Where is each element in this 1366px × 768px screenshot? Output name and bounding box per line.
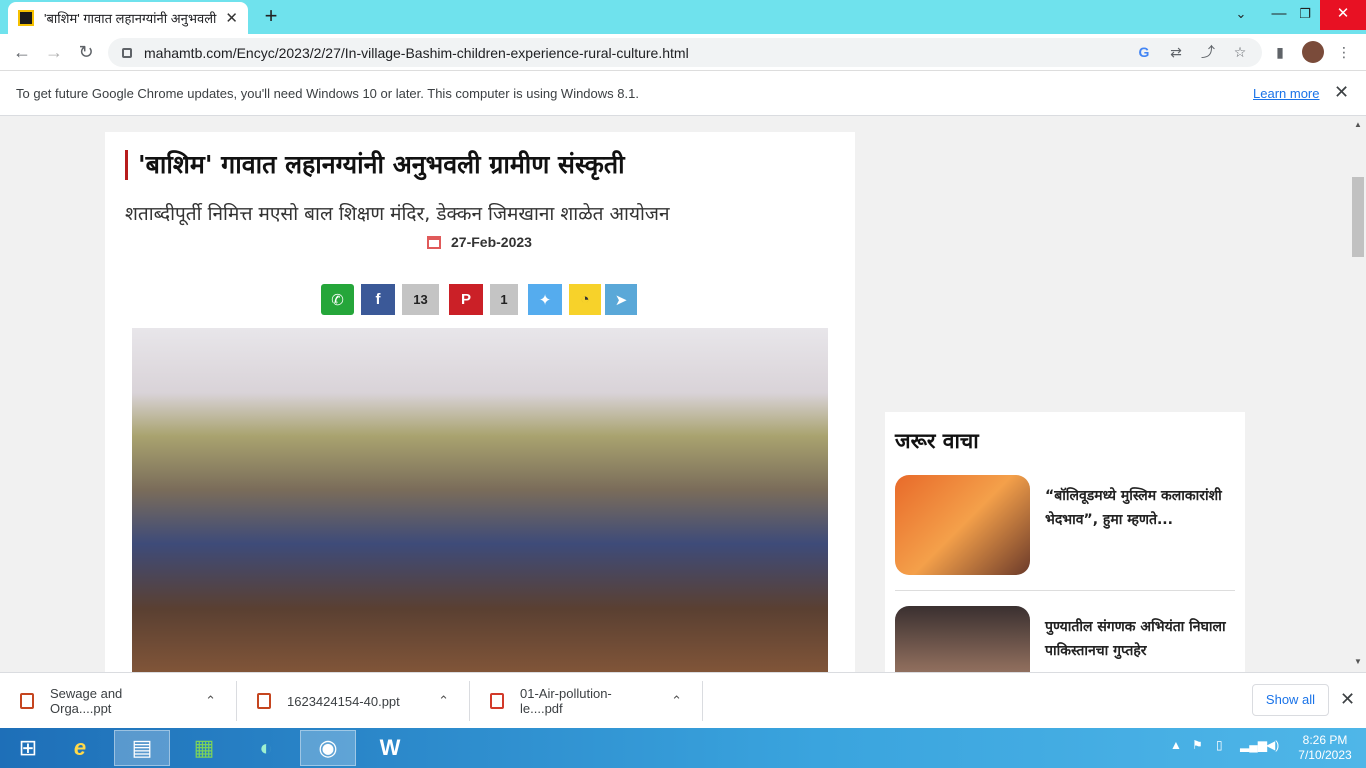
tab-title: 'बाशिम' गावात लहानग्यांनी अनुभवली [44,11,217,26]
update-info-bar: To get future Google Chrome updates, you… [0,71,1366,116]
back-arrow-icon[interactable]: ← [8,38,36,66]
bookmark-star-icon[interactable]: ☆ [1230,42,1250,62]
share-page-icon[interactable]: ⤴ [1198,42,1218,62]
article-subtitle: शताब्दीपूर्ती निमित्त मएसो बाल शिक्षण मं… [125,203,670,225]
new-tab-plus-icon[interactable]: + [258,4,284,30]
site-favicon-icon [18,10,34,26]
sidebar-item-headline[interactable]: पुण्यातील संगणक अभियंता निघाला पाकिस्तान… [1045,615,1237,663]
tray-expand-icon[interactable]: ▲ [1170,738,1182,752]
ppt-file-icon [257,693,271,709]
windows-start-icon[interactable]: ⊞ [0,730,56,766]
windows-taskbar: ⊞ e ▤ ▦ ◐ ◉ W ▲ ⚑ ▯ ▂▄▆ ◀) 8:26 PM 7/10/… [0,728,1366,768]
scrollbar-thumb[interactable] [1352,177,1364,257]
url-text: mahamtb.com/Encyc/2023/2/27/In-village-B… [144,44,689,61]
twitter-share-icon[interactable]: ✦ [528,284,562,315]
download-name: Sewage and Orga....ppt [50,686,123,716]
chevron-up-icon[interactable]: ⌃ [205,693,216,709]
word-icon[interactable]: W [362,730,418,766]
tab-close-icon[interactable]: ✕ [225,9,238,27]
article-card: 'बाशिम' गावात लहानग्यांनी अनुभवली ग्रामी… [105,132,855,672]
profile-avatar[interactable] [1302,41,1324,63]
pinterest-share-count: 1 [490,284,518,315]
sidebar-divider [895,590,1235,591]
facebook-share-count: 13 [402,284,439,315]
ppt-file-icon [20,693,34,709]
google-g-icon[interactable]: G [1134,42,1154,62]
file-explorer-icon[interactable]: ▤ [114,730,170,766]
volume-icon[interactable]: ◀) [1266,738,1279,752]
date-text: 27-Feb-2023 [451,234,532,250]
system-clock[interactable]: 8:26 PM 7/10/2023 [1288,733,1362,763]
chevron-up-icon[interactable]: ⌃ [671,693,682,709]
network-signal-icon[interactable]: ▂▄▆ [1240,738,1267,752]
edge-icon[interactable]: ◐ [238,730,294,766]
calendar-icon [427,235,441,249]
translate-icon[interactable]: ⇄ [1166,42,1186,62]
side-panel-icon[interactable]: ▮ [1270,42,1290,62]
lock-icon [122,47,132,58]
article-headline: 'बाशिम' गावात लहानग्यांनी अनुभवली ग्रामी… [125,150,625,180]
store-icon[interactable]: ▦ [176,730,232,766]
sidebar-item-headline[interactable]: “बॉलिवूडमध्ये मुस्लिम कलाकारांशी भेदभाव”… [1045,484,1237,532]
reload-icon[interactable]: ↻ [72,38,100,66]
must-read-sidebar: जरूर वाचा “बॉलिवूडमध्ये मुस्लिम कलाकारां… [885,412,1245,672]
telegram-share-icon[interactable]: ➤ [605,284,637,315]
download-item[interactable]: Sewage and Orga....ppt ⌃ [0,681,237,721]
downloads-bar: Sewage and Orga....ppt ⌃ 1623424154-40.p… [0,672,1366,728]
menu-kebab-icon[interactable]: ⋮ [1334,42,1354,62]
window-close-button[interactable]: ✕ [1320,0,1366,30]
scroll-up-arrow-icon[interactable]: ▲ [1354,120,1362,129]
web-page: 'बाशिम' गावात लहानग्यांनी अनुभवली ग्रामी… [0,117,1350,672]
show-all-button[interactable]: Show all [1252,684,1329,716]
forward-arrow-icon[interactable]: → [40,38,68,66]
clock-time: 8:26 PM [1302,733,1348,747]
sidebar-title: जरूर वाचा [895,429,979,453]
download-name: 01-Air-pollution-le....pdf [520,686,612,716]
clock-date: 7/10/2023 [1298,748,1352,762]
whatsapp-share-icon[interactable]: ✆ [321,284,354,315]
info-message: To get future Google Chrome updates, you… [16,86,639,101]
action-center-flag-icon[interactable]: ⚑ [1192,738,1203,752]
sidebar-item-image[interactable] [895,606,1030,672]
chevron-up-icon[interactable]: ⌃ [438,693,449,709]
article-date: 27-Feb-2023 [427,234,532,250]
internet-explorer-icon[interactable]: e [52,730,108,766]
pdf-file-icon [490,693,504,709]
pinterest-share-icon[interactable]: P [449,284,483,315]
learn-more-link[interactable]: Learn more [1253,86,1319,101]
koo-share-icon[interactable]: ◔ [569,284,601,315]
sidebar-item-image[interactable] [895,475,1030,575]
device-icon[interactable]: ▯ [1216,738,1223,752]
browser-tab[interactable]: 'बाशिम' गावात लहानग्यांनी अनुभवली ✕ [8,2,248,34]
chrome-icon[interactable]: ◉ [300,730,356,766]
address-bar[interactable]: mahamtb.com/Encyc/2023/2/27/In-village-B… [108,38,1262,67]
download-name: 1623424154-40.ppt [287,693,400,709]
downloads-close-icon[interactable]: ✕ [1340,689,1355,710]
facebook-share-icon[interactable]: f [361,284,395,315]
infobar-close-icon[interactable]: ✕ [1334,82,1349,103]
download-item[interactable]: 01-Air-pollution-le....pdf ⌃ [470,681,703,721]
scroll-down-arrow-icon[interactable]: ▼ [1354,657,1362,666]
download-item[interactable]: 1623424154-40.ppt ⌃ [237,681,470,721]
article-photo [132,328,828,672]
